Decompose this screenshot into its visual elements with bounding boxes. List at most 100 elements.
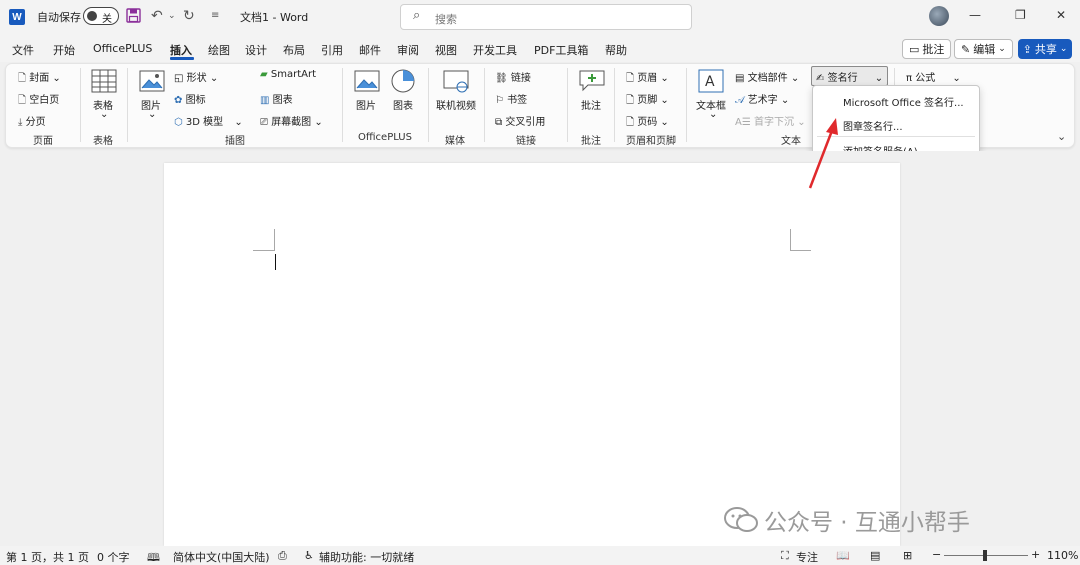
chevron-down-icon: ⌄ <box>660 95 669 106</box>
share-button[interactable]: ⇪ 共享 ⌄ <box>1018 39 1072 59</box>
screenshot-button[interactable]: ⎚ 屏幕截图 ⌄ <box>260 113 323 128</box>
tab-pdf-toolbox[interactable]: PDF工具箱 <box>534 42 588 58</box>
signature-icon: ✍ <box>816 73 825 84</box>
zoom-out-icon[interactable]: − <box>932 548 941 561</box>
cover-page-button[interactable]: 🗋 封面 ⌄ <box>18 69 61 88</box>
group-separator <box>614 68 615 142</box>
zoom-level[interactable]: 110% <box>1047 549 1078 562</box>
maximize-icon[interactable]: ❐ <box>1015 8 1026 22</box>
document-page[interactable] <box>164 163 900 546</box>
officeplus-chart-label[interactable]: 图表 <box>393 97 413 112</box>
group-label-pages: 页面 <box>33 136 53 147</box>
online-video-label[interactable]: 联机视频 <box>436 97 476 112</box>
blank-page-button[interactable]: 🗋 空白页 <box>18 91 59 110</box>
active-tab-indicator <box>170 57 194 60</box>
signature-line-button-content[interactable]: ✍ 签名行 ⌄ <box>816 69 883 84</box>
chart-button[interactable]: ▥ 图表 <box>260 91 293 106</box>
tab-help[interactable]: 帮助 <box>605 42 627 58</box>
comments-button[interactable]: ▭ 批注 <box>902 39 952 59</box>
search-box[interactable]: ⌕ 搜索 <box>400 4 692 30</box>
officeplus-picture-icon[interactable] <box>354 70 380 95</box>
chevron-down-icon: ⌄ <box>52 73 61 84</box>
page-count[interactable]: 第 1 页，共 1 页 <box>6 549 89 565</box>
menu-item-stamp-signature[interactable]: 图章签名行... <box>843 118 903 133</box>
zoom-in-icon[interactable]: + <box>1031 548 1040 561</box>
chevron-down-icon[interactable]: ⌄ <box>709 109 717 120</box>
page-break-button[interactable]: ⤓ 分页 <box>18 113 46 128</box>
textbox-icon[interactable]: A <box>698 69 724 96</box>
header-button[interactable]: 🗋 页眉 ⌄ <box>626 69 669 88</box>
smartart-button[interactable]: ▰ SmartArt <box>260 69 316 80</box>
quick-parts-label: 文档部件 <box>747 73 788 84</box>
minimize-icon[interactable]: — <box>969 8 981 22</box>
pencil-icon: ✎ <box>961 42 971 56</box>
officeplus-picture-label[interactable]: 图片 <box>356 97 376 112</box>
tab-file[interactable]: 文件 <box>12 42 34 58</box>
user-avatar[interactable] <box>929 6 949 26</box>
web-layout-icon[interactable]: ⊞ <box>903 549 912 562</box>
equation-button[interactable]: π 公式 ⌄ <box>906 69 961 84</box>
undo-dropdown-icon[interactable]: ⌄ <box>168 11 176 21</box>
zoom-slider-thumb[interactable] <box>983 550 987 561</box>
tab-view[interactable]: 视图 <box>435 42 457 58</box>
quick-parts-button[interactable]: ▤ 文档部件 ⌄ <box>735 69 799 84</box>
icons-button[interactable]: ✿ 图标 <box>174 91 206 106</box>
link-button[interactable]: ⛓ 链接 <box>495 69 531 84</box>
print-layout-icon[interactable]: ▤ <box>870 549 880 562</box>
3d-models-button[interactable]: ⬡ 3D 模型 ⌄ <box>174 113 243 128</box>
cross-reference-button[interactable]: ⧉ 交叉引用 <box>495 113 545 128</box>
title-bar: W 自动保存 关 ↶ ⌄ ↻ ≡ 文档1 - Word ⌕ 搜索 — ❐ ✕ <box>0 0 1080 34</box>
blank-page-icon: 🗋 <box>18 95 27 106</box>
read-mode-icon[interactable]: 📖 <box>836 549 850 562</box>
undo-icon[interactable]: ↶ <box>151 8 163 24</box>
equation-icon: π <box>906 73 913 84</box>
watermark-text: 公众号 · 互通小帮手 <box>764 510 970 536</box>
tab-review[interactable]: 审阅 <box>397 42 419 58</box>
officeplus-chart-icon[interactable] <box>390 68 416 97</box>
word-count[interactable]: 0 个字 <box>97 549 130 565</box>
new-comment-label[interactable]: 批注 <box>581 97 601 112</box>
online-video-icon[interactable] <box>443 70 469 97</box>
screenshot-icon: ⎚ <box>260 117 268 128</box>
macro-icon[interactable]: ⎙ <box>278 549 287 563</box>
wordart-button[interactable]: 𝒜 艺术字 ⌄ <box>735 91 789 106</box>
bookmark-button[interactable]: ⚐ 书签 <box>495 91 527 106</box>
tab-insert[interactable]: 插入 <box>170 42 192 58</box>
bookmark-icon: ⚐ <box>495 95 504 106</box>
save-icon[interactable] <box>126 8 141 27</box>
focus-mode-button[interactable]: 专注 <box>796 549 818 565</box>
chevron-down-icon: ⌄ <box>790 73 800 84</box>
accessibility-status[interactable]: 辅助功能: 一切就绪 <box>319 549 414 565</box>
editing-button[interactable]: ✎ 编辑 ⌄ <box>954 39 1013 59</box>
collapse-ribbon-icon[interactable]: ⌄ <box>1057 130 1066 143</box>
group-label-media: 媒体 <box>445 136 465 147</box>
redo-icon[interactable]: ↻ <box>183 8 195 24</box>
tab-developer[interactable]: 开发工具 <box>473 42 517 58</box>
shapes-button[interactable]: ◱ 形状 ⌄ <box>174 69 218 84</box>
autosave-toggle[interactable]: 关 <box>83 7 119 25</box>
picture-icon[interactable] <box>139 70 165 95</box>
tab-officeplus[interactable]: OfficePLUS <box>93 42 152 55</box>
cover-page-icon: 🗋 <box>18 73 27 84</box>
wordart-label: 艺术字 <box>747 95 778 106</box>
table-icon[interactable] <box>91 69 117 96</box>
chevron-down-icon[interactable]: ⌄ <box>100 109 108 120</box>
proofing-icon[interactable]: 🕮 <box>147 549 160 565</box>
page-number-button[interactable]: 🗋 页码 ⌄ <box>626 113 669 132</box>
tab-draw[interactable]: 绘图 <box>208 42 230 58</box>
new-comment-icon[interactable] <box>579 70 605 95</box>
tab-mailings[interactable]: 邮件 <box>359 42 381 58</box>
language-status[interactable]: 简体中文(中国大陆) <box>173 549 270 565</box>
footer-icon: 🗋 <box>626 95 635 106</box>
tab-home[interactable]: 开始 <box>53 42 75 58</box>
footer-button[interactable]: 🗋 页脚 ⌄ <box>626 91 669 110</box>
close-icon[interactable]: ✕ <box>1056 8 1066 22</box>
tab-design[interactable]: 设计 <box>245 42 267 58</box>
chevron-down-icon[interactable]: ⌄ <box>148 109 156 120</box>
drop-cap-label: 首字下沉 <box>754 117 794 128</box>
tab-references[interactable]: 引用 <box>321 42 343 58</box>
menu-item-office-signature[interactable]: Microsoft Office 签名行... <box>843 94 964 109</box>
share-icon: ⇪ <box>1022 42 1032 56</box>
customize-qat-icon[interactable]: ≡ <box>211 10 219 21</box>
tab-layout[interactable]: 布局 <box>283 42 305 58</box>
